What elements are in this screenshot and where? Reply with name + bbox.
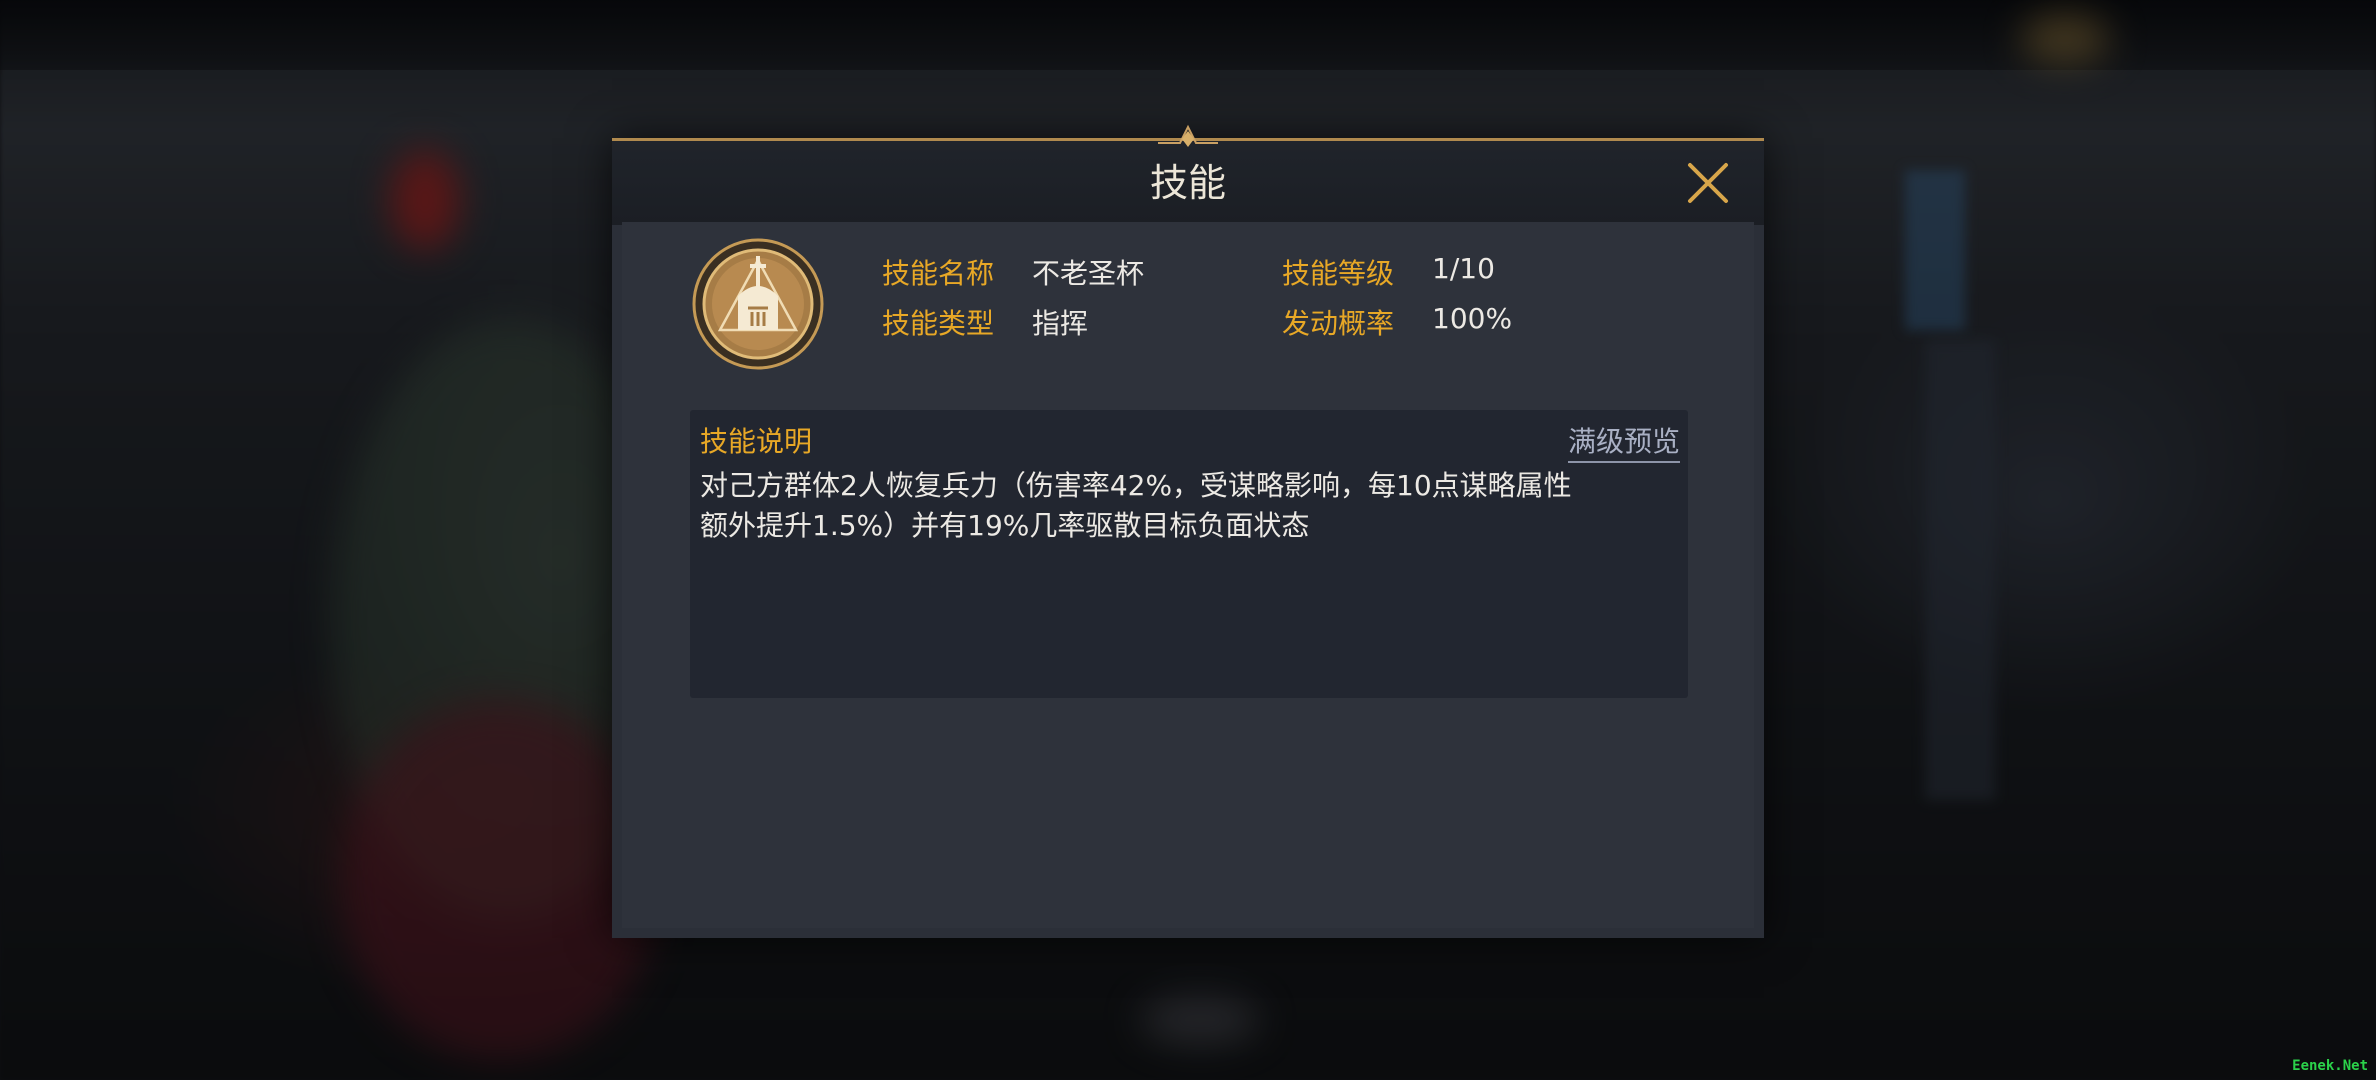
skill-type-label: 技能类型: [882, 307, 995, 340]
skill-description-line: 对己方群体2人恢复兵力（伤害率42%，受谋略影响，每10点谋略属性: [700, 469, 1572, 502]
skill-type-value: 指挥: [1032, 307, 1089, 340]
trigger-chance-value: 100%: [1432, 302, 1513, 335]
skill-description-box: 技能说明 满级预览 对己方群体2人恢复兵力（伤害率42%，受谋略影响，每10点谋…: [690, 410, 1688, 698]
close-icon[interactable]: [1680, 155, 1736, 211]
trigger-chance-label: 发动概率: [1282, 307, 1395, 340]
skill-description-text: 对己方群体2人恢复兵力（伤害率42%，受谋略影响，每10点谋略属性 额外提升1.…: [700, 466, 1680, 546]
knight-helmet-sword-icon: [692, 238, 824, 370]
skill-name-label: 技能名称: [882, 257, 995, 290]
skill-dialog: 技能 技能名称 不老圣杯 技能等级 1/10 技能类型 指挥 发动概率 100%…: [612, 124, 1764, 938]
max-level-preview-link[interactable]: 满级预览: [1567, 420, 1680, 463]
skill-description-title: 技能说明: [700, 425, 813, 458]
skill-level-label: 技能等级: [1282, 257, 1395, 290]
dialog-title: 技能: [1149, 161, 1226, 205]
skill-description-line: 额外提升1.5%）并有19%几率驱散目标负面状态: [700, 509, 1310, 542]
skill-name-value: 不老圣杯: [1032, 257, 1145, 290]
dialog-header: 技能: [612, 124, 1764, 225]
watermark: Eenek.Net: [2292, 1058, 2368, 1074]
skill-level-value: 1/10: [1432, 252, 1495, 285]
